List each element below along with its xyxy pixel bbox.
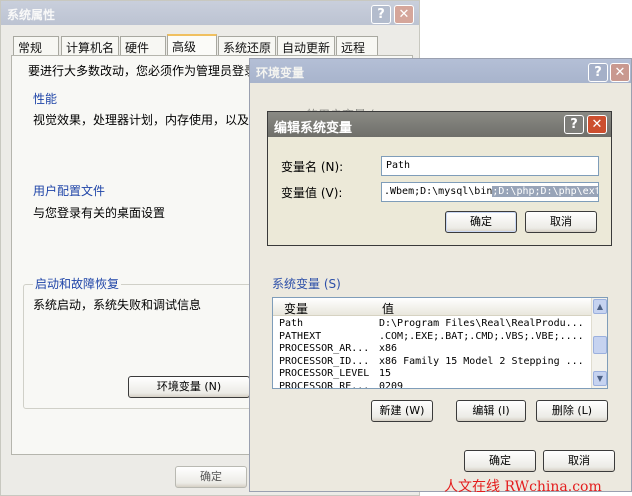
startup-recovery-description: 系统启动，系统失败和调试信息 bbox=[33, 298, 202, 312]
column-header-variable[interactable]: 变量 bbox=[284, 300, 308, 317]
help-icon[interactable]: ? bbox=[564, 115, 584, 134]
tab-system-restore[interactable]: 系统还原 bbox=[218, 36, 276, 55]
variable-name: PROCESSOR_RE... bbox=[279, 380, 370, 389]
close-icon[interactable]: ✕ bbox=[394, 5, 414, 24]
edit-var-title: 编辑系统变量 bbox=[274, 121, 353, 136]
column-header-value[interactable]: 值 bbox=[382, 300, 394, 317]
tab-advanced[interactable]: 高级 bbox=[167, 34, 217, 56]
performance-description: 视觉效果，处理器计划，内存使用，以及 bbox=[33, 113, 250, 127]
env-vars-ok-button[interactable]: 确定 bbox=[464, 450, 536, 472]
close-icon[interactable]: ✕ bbox=[610, 63, 630, 82]
list-rows: Path D:\Program Files\Real\RealProdu... … bbox=[277, 318, 591, 389]
list-scrollbar[interactable]: ▲ ▼ bbox=[591, 298, 607, 388]
variable-name-label: 变量名 (N): bbox=[281, 160, 344, 174]
variable-value: x86 Family 15 Model 2 Stepping ... bbox=[379, 355, 584, 367]
variable-value: D:\Program Files\Real\RealProdu... bbox=[379, 318, 584, 329]
user-profiles-description: 与您登录有关的桌面设置 bbox=[33, 206, 166, 220]
tab-automatic-updates[interactable]: 自动更新 bbox=[277, 36, 335, 55]
variable-value: .COM;.EXE;.BAT;.CMD;.VBS;.VBE;.... bbox=[379, 330, 584, 342]
variable-value: 15 bbox=[379, 368, 392, 379]
tab-remote[interactable]: 远程 bbox=[336, 36, 378, 55]
variable-value-text: .Wbem;D:\mysql\bin bbox=[384, 186, 493, 197]
edit-var-ok-button[interactable]: 确定 bbox=[445, 211, 517, 233]
variable-value: 0209 bbox=[379, 380, 404, 389]
variable-name: Path bbox=[279, 318, 304, 329]
edit-var-cancel-button[interactable]: 取消 bbox=[525, 211, 597, 233]
tab-general[interactable]: 常规 bbox=[13, 36, 59, 55]
help-icon[interactable]: ? bbox=[371, 5, 391, 24]
help-icon[interactable]: ? bbox=[588, 63, 608, 82]
env-vars-cancel-button[interactable]: 取消 bbox=[543, 450, 615, 472]
environment-variables-button[interactable]: 环境变量 (N) bbox=[128, 376, 250, 398]
startup-recovery-title: 启动和故障恢复 bbox=[33, 275, 122, 292]
list-item[interactable]: PROCESSOR_RE... 0209 bbox=[277, 380, 591, 389]
performance-title: 性能 bbox=[33, 92, 58, 106]
system-variables-list[interactable]: 变量 值 Path D:\Program Files\Real\RealProd… bbox=[272, 297, 608, 389]
user-profiles-title: 用户配置文件 bbox=[33, 184, 106, 198]
variable-name: PROCESSOR_AR... bbox=[279, 343, 370, 354]
tab-computer-name[interactable]: 计算机名 bbox=[61, 36, 119, 55]
scroll-thumb[interactable] bbox=[593, 336, 607, 354]
variable-value-label: 变量值 (V): bbox=[281, 186, 343, 200]
watermark: 人文在线 RWchina.com bbox=[444, 479, 602, 495]
list-item[interactable]: PATHEXT .COM;.EXE;.BAT;.CMD;.VBS;.VBE;..… bbox=[277, 331, 591, 344]
env-vars-title: 环境变量 bbox=[256, 66, 305, 80]
variable-name: PATHEXT bbox=[279, 330, 322, 342]
variable-value-input[interactable]: .Wbem;D:\mysql\bin;D:\php;D:\php\ext bbox=[381, 182, 599, 202]
variable-name-input[interactable]: Path bbox=[381, 156, 599, 176]
env-vars-titlebar: 环境变量 bbox=[250, 59, 631, 83]
list-item[interactable]: PROCESSOR_LEVEL 15 bbox=[277, 368, 591, 381]
list-item[interactable]: Path D:\Program Files\Real\RealProdu... bbox=[277, 318, 591, 331]
scroll-up-icon[interactable]: ▲ bbox=[593, 299, 607, 314]
admin-notice: 要进行大多数改动，您必须作为管理员登录 bbox=[28, 64, 257, 78]
system-properties-title: 系统属性 bbox=[7, 8, 56, 22]
list-header: 变量 值 bbox=[273, 298, 591, 316]
variable-name: PROCESSOR_ID... bbox=[279, 355, 370, 367]
close-icon[interactable]: ✕ bbox=[587, 115, 607, 134]
delete-variable-button[interactable]: 删除 (L) bbox=[536, 400, 608, 422]
variable-name: PROCESSOR_LEVEL bbox=[279, 368, 370, 379]
edit-variable-button[interactable]: 编辑 (I) bbox=[456, 400, 526, 422]
system-properties-titlebar: 系统属性 bbox=[1, 1, 419, 25]
scroll-down-icon[interactable]: ▼ bbox=[593, 371, 607, 386]
tab-hardware[interactable]: 硬件 bbox=[120, 36, 166, 55]
list-item[interactable]: PROCESSOR_AR... x86 bbox=[277, 343, 591, 356]
system-properties-ok-button[interactable]: 确定 bbox=[175, 466, 247, 488]
system-variables-label: 系统变量 (S) bbox=[272, 277, 341, 291]
edit-system-variable-dialog: 编辑系统变量 ? ✕ 变量名 (N): Path 变量值 (V): .Wbem;… bbox=[267, 111, 612, 246]
list-item[interactable]: PROCESSOR_ID... x86 Family 15 Model 2 St… bbox=[277, 356, 591, 369]
variable-value: x86 bbox=[379, 343, 398, 354]
variable-value-selection: ;D:\php;D:\php\ext bbox=[492, 186, 599, 197]
new-variable-button[interactable]: 新建 (W) bbox=[371, 400, 433, 422]
edit-var-titlebar: 编辑系统变量 bbox=[268, 112, 611, 137]
